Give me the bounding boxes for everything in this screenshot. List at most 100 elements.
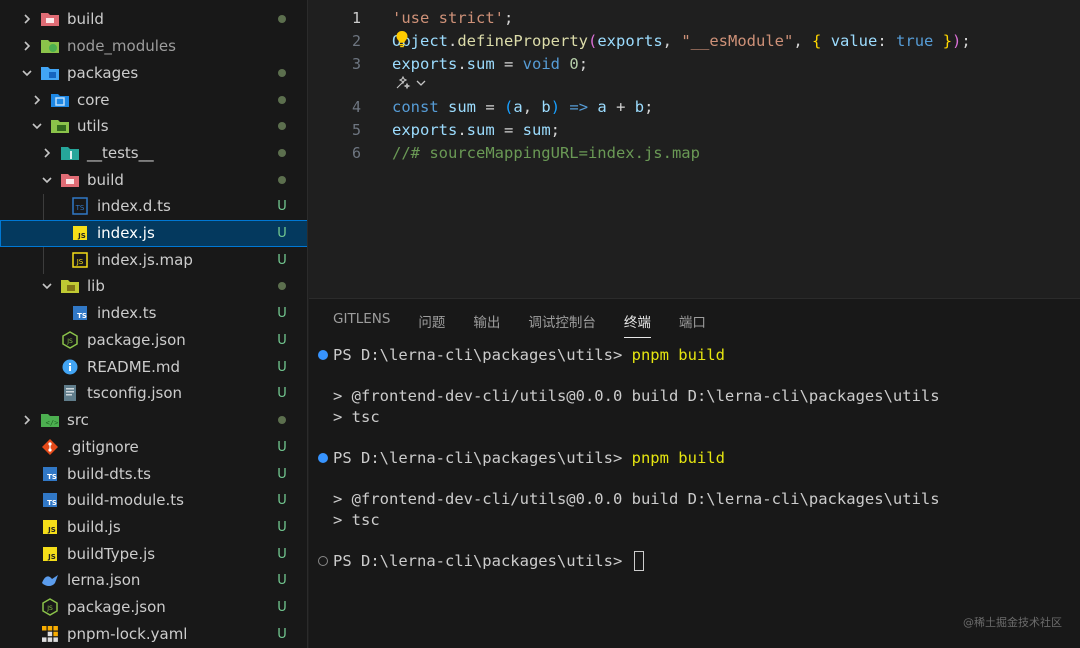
folder-build-icon [40, 10, 60, 28]
tree-file-pnpm-lock[interactable]: pnpm-lock.yaml U [0, 621, 307, 648]
git-status-untracked: U [277, 466, 287, 482]
tree-folder-lib[interactable]: lib [0, 273, 307, 300]
terminal-line: PS D:\lerna-cli\packages\utils> pnpm bui… [333, 449, 725, 467]
git-status-untracked: U [277, 359, 287, 375]
info-icon [60, 358, 80, 376]
tab-ports[interactable]: 端口 [679, 311, 706, 338]
tree-item-label: build-dts.ts [67, 465, 151, 484]
tree-file-index-d-ts[interactable]: TS index.d.ts U [0, 193, 307, 220]
lerna-icon [40, 571, 60, 589]
svg-text:JS: JS [47, 526, 56, 534]
svg-text:JS: JS [47, 553, 56, 561]
tab-debug-console[interactable]: 调试控制台 [528, 311, 596, 338]
line-number: 1 [351, 8, 361, 27]
folder-build-icon [60, 171, 80, 189]
tree-file-index-js[interactable]: JS index.js U [0, 220, 307, 247]
tree-file-lerna-json[interactable]: lerna.json U [0, 567, 307, 594]
tree-file-package-json[interactable]: JS package.json U [0, 327, 307, 354]
tree-folder-build[interactable]: build [0, 6, 307, 33]
inline-chat-hint[interactable] [395, 76, 427, 90]
folder-lib-icon [60, 277, 80, 295]
tree-file-gitignore[interactable]: .gitignore U [0, 434, 307, 461]
tree-item-label: build [67, 10, 104, 29]
chevron-down-icon [40, 279, 54, 293]
terminal-line: PS D:\lerna-cli\packages\utils> pnpm bui… [333, 346, 725, 364]
svg-text:JS: JS [76, 258, 84, 266]
javascript-file-icon: JS [40, 518, 60, 536]
tree-item-label: utils [77, 117, 109, 136]
tree-item-label: .gitignore [67, 438, 139, 457]
git-status-untracked: U [277, 198, 287, 214]
chevron-right-icon [20, 39, 34, 53]
typescript-file-icon: TS [40, 465, 60, 483]
tree-file-index-ts[interactable]: TS index.ts U [0, 300, 307, 327]
terminal-prompt-line[interactable]: PS D:\lerna-cli\packages\utils> [333, 550, 644, 572]
line-number: 6 [351, 143, 361, 162]
tree-file-build-js[interactable]: JS build.js U [0, 514, 307, 541]
code-text: //# sourceMappingURL=index.js.map [392, 143, 700, 162]
tree-folder-core[interactable]: core [0, 87, 307, 114]
tree-file-build-dts[interactable]: TS build-dts.ts U [0, 461, 307, 488]
tree-item-label: core [77, 91, 110, 110]
code-editor[interactable]: 1 'use strict'; 2 Object.defineProperty(… [309, 0, 1080, 298]
tab-gitlens[interactable]: GITLENS [333, 311, 390, 338]
code-text: exports.sum = void 0; [392, 54, 589, 73]
chevron-down-icon [416, 80, 426, 86]
svg-text:TS: TS [75, 204, 85, 212]
chevron-down-icon [40, 173, 54, 187]
tab-problems[interactable]: 问题 [418, 311, 445, 338]
tree-folder-utils-build[interactable]: build [0, 167, 307, 194]
tsconfig-file-icon [60, 384, 80, 402]
tree-item-label: README.md [87, 358, 181, 377]
typescript-file-icon: TS [70, 304, 90, 322]
tree-file-readme[interactable]: README.md U [0, 354, 307, 381]
git-status-dot [276, 87, 288, 114]
javascript-file-icon: JS [40, 545, 60, 563]
git-status-untracked: U [277, 519, 287, 535]
tab-terminal[interactable]: 终端 [623, 311, 651, 338]
command-success-decoration[interactable] [318, 453, 328, 463]
tree-file-buildtype-js[interactable]: JS buildType.js U [0, 541, 307, 568]
tree-file-tsconfig[interactable]: tsconfig.json U [0, 380, 307, 407]
git-status-untracked: U [277, 439, 287, 455]
tree-folder-node-modules[interactable]: node_modules [0, 33, 307, 60]
folder-tests-icon [60, 144, 80, 162]
tree-item-label: build.js [67, 518, 121, 537]
tree-file-build-module[interactable]: TS build-module.ts U [0, 487, 307, 514]
tree-item-label: index.d.ts [97, 197, 171, 216]
git-status-dot [276, 407, 288, 434]
terminal-line: > @frontend-dev-cli/utils@0.0.0 build D:… [333, 490, 940, 508]
terminal-cursor [633, 551, 644, 571]
tab-output[interactable]: 输出 [473, 311, 500, 338]
svg-text:JS: JS [66, 338, 73, 345]
tree-item-label: pnpm-lock.yaml [67, 625, 188, 644]
tree-folder-packages[interactable]: packages [0, 60, 307, 87]
chevron-right-icon [20, 12, 34, 26]
tree-item-label: build [87, 171, 124, 190]
tree-file-index-js-map[interactable]: JS index.js.map U [0, 247, 307, 274]
chevron-right-icon [30, 93, 44, 107]
folder-src-icon: </> [40, 411, 60, 429]
git-status-untracked: U [277, 252, 287, 268]
tree-folder-utils[interactable]: utils [0, 113, 307, 140]
bottom-panel: GITLENS 问题 输出 调试控制台 终端 端口 PS D:\lerna-cl… [309, 298, 1080, 648]
watermark: @稀土掘金技术社区 [963, 616, 1062, 629]
tree-folder-tests[interactable]: __tests__ [0, 140, 307, 167]
command-success-decoration[interactable] [318, 350, 328, 360]
tree-folder-src[interactable]: </> src [0, 407, 307, 434]
chevron-down-icon [20, 66, 34, 80]
typescript-file-icon: TS [70, 197, 90, 216]
git-status-untracked: U [277, 492, 287, 508]
lightbulb-icon[interactable] [395, 30, 409, 48]
tree-file-root-package-json[interactable]: JS package.json U [0, 594, 307, 621]
